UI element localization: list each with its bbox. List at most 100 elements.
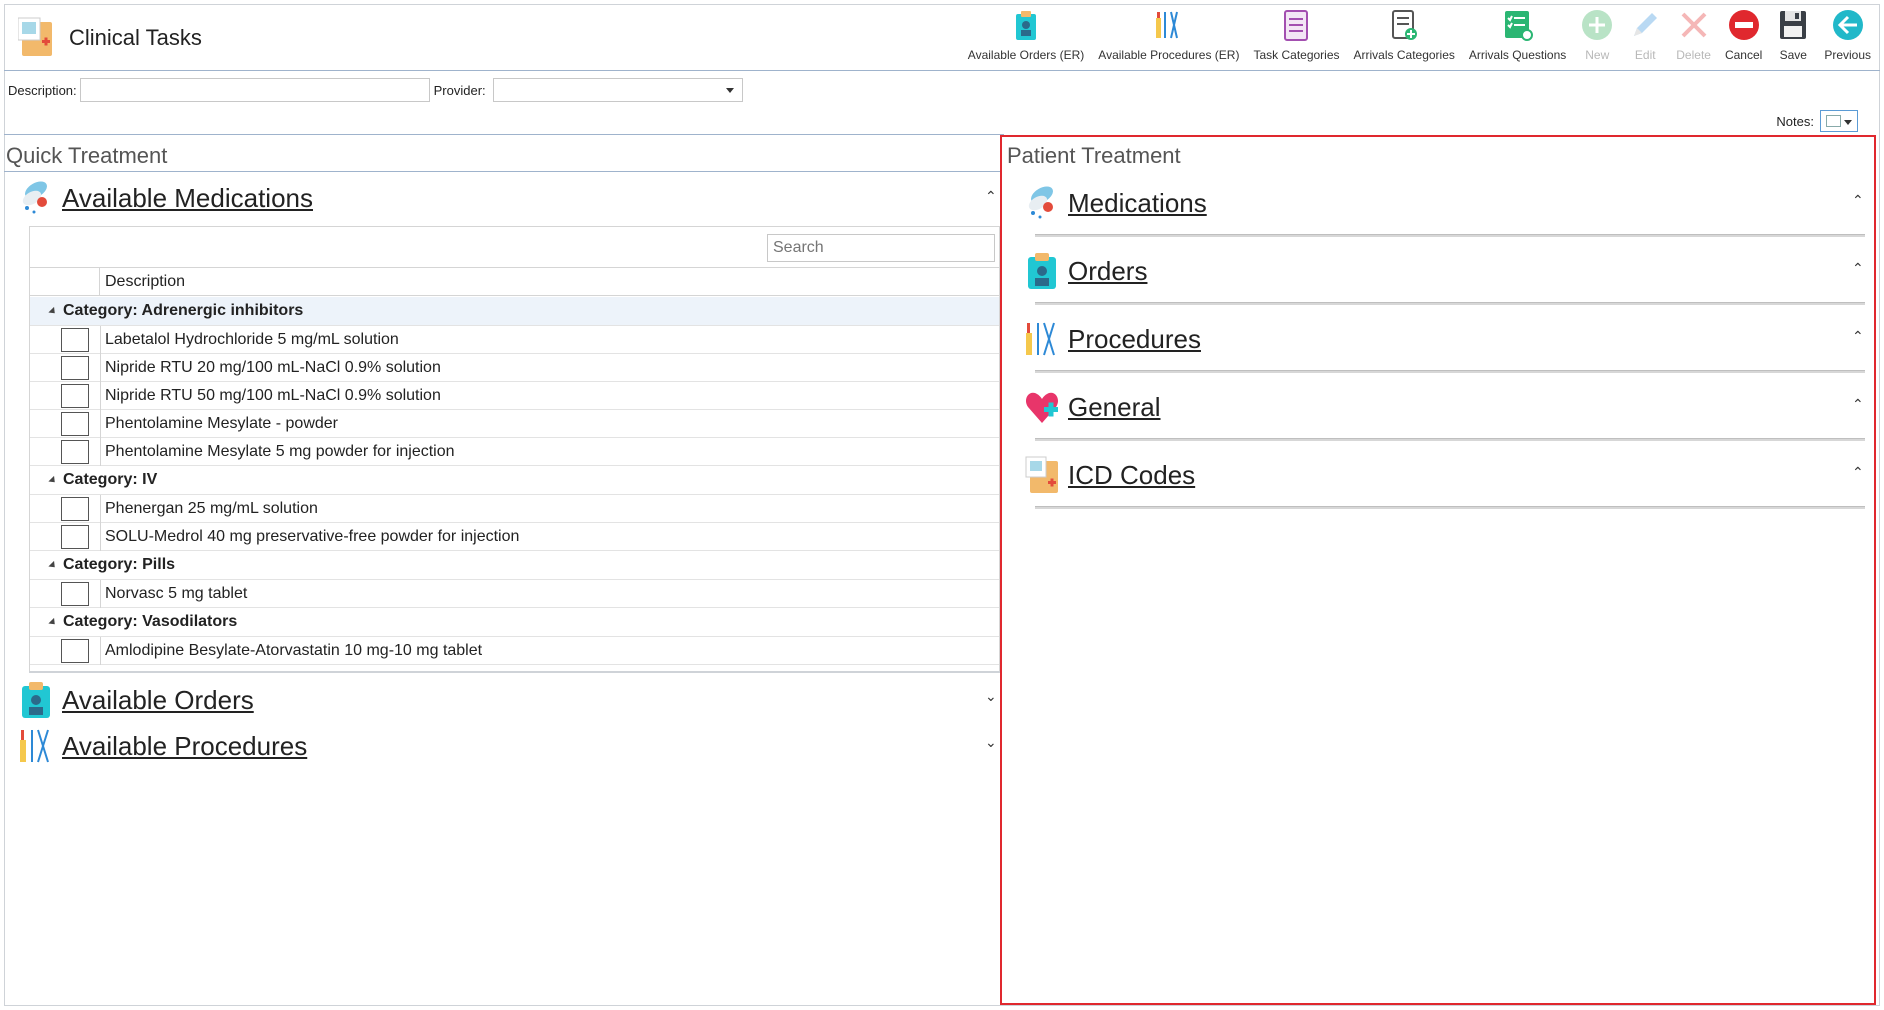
row-checkbox[interactable] bbox=[61, 384, 89, 408]
available-medications-header[interactable]: Available Medications bbox=[18, 178, 313, 218]
cancel-icon bbox=[1728, 10, 1759, 40]
medication-description: Phentolamine Mesylate 5 mg powder for in… bbox=[105, 443, 455, 460]
procedures-icon bbox=[20, 729, 49, 763]
pt-general-title[interactable]: General bbox=[1068, 392, 1161, 423]
table-row: Amlodipine Besylate-Atorvastatin 10 mg-1… bbox=[30, 637, 999, 665]
expand-procedures-chevron-down-icon[interactable]: ⌄ bbox=[985, 734, 997, 751]
available-procedures-er-button[interactable]: Available Procedures (ER) bbox=[1091, 8, 1246, 62]
grid-bottom-border bbox=[29, 671, 1000, 673]
arrivals-questions-icon bbox=[1504, 11, 1533, 41]
category-row[interactable]: Category: Vasodilators bbox=[30, 608, 999, 637]
description-label: Description: bbox=[8, 82, 77, 98]
collapse-pt-medications-chevron-up-icon[interactable]: ⌃ bbox=[1852, 192, 1864, 209]
medication-description: Phentolamine Mesylate - powder bbox=[105, 415, 339, 432]
provider-select[interactable] bbox=[492, 78, 743, 102]
row-checkbox[interactable] bbox=[61, 639, 89, 663]
available-medications-title[interactable]: Available Medications bbox=[62, 183, 313, 214]
content-separator bbox=[4, 134, 1004, 135]
pt-orders-title[interactable]: Orders bbox=[1068, 256, 1147, 287]
toolbar: Available Orders (ER) Available Procedur… bbox=[961, 8, 1878, 62]
pt-procedures-rule bbox=[1035, 370, 1865, 373]
pt-procedures-header[interactable]: Procedures bbox=[1024, 319, 1201, 359]
checkbox-column-header bbox=[30, 268, 100, 296]
medications-search-input[interactable] bbox=[767, 234, 995, 262]
pt-medications-title[interactable]: Medications bbox=[1068, 188, 1207, 219]
collapse-medications-chevron-up-icon[interactable]: ⌃ bbox=[985, 188, 997, 205]
icd-codes-icon bbox=[1025, 456, 1058, 493]
pencil-icon bbox=[1634, 13, 1658, 36]
medications-grid: Description Category: Adrenergic inhibit… bbox=[29, 226, 1000, 672]
pt-icd-codes-title[interactable]: ICD Codes bbox=[1068, 460, 1195, 491]
table-row: Phenergan 25 mg/mL solution bbox=[30, 495, 999, 523]
available-procedures-header[interactable]: Available Procedures bbox=[18, 726, 307, 766]
category-row[interactable]: Category: IV bbox=[30, 466, 999, 495]
row-checkbox[interactable] bbox=[61, 582, 89, 606]
collapse-triangle-icon[interactable] bbox=[48, 560, 58, 570]
medications-icon bbox=[22, 181, 47, 214]
delete-button[interactable]: Delete bbox=[1669, 8, 1718, 62]
medication-description: Amlodipine Besylate-Atorvastatin 10 mg-1… bbox=[105, 642, 483, 659]
notes-label: Notes: bbox=[1776, 113, 1814, 129]
clinical-tasks-logo-icon bbox=[18, 17, 52, 56]
filter-row: Description: Provider: bbox=[8, 78, 743, 102]
medication-description: Nipride RTU 20 mg/100 mL-NaCl 0.9% solut… bbox=[105, 359, 441, 376]
orders-icon bbox=[1028, 253, 1056, 289]
provider-label: Provider: bbox=[433, 82, 486, 98]
category-row[interactable]: Category: Adrenergic inhibitors bbox=[30, 297, 999, 326]
arrivals-questions-button[interactable]: Arrivals Questions bbox=[1462, 8, 1573, 62]
medication-description: Norvasc 5 mg tablet bbox=[105, 585, 248, 602]
row-checkbox[interactable] bbox=[61, 525, 89, 549]
available-orders-title[interactable]: Available Orders bbox=[62, 685, 254, 716]
medication-description: SOLU-Medrol 40 mg preservative-free powd… bbox=[105, 528, 520, 545]
table-row: Nipride RTU 50 mg/100 mL-NaCl 0.9% solut… bbox=[30, 382, 999, 410]
table-row: Phentolamine Mesylate 5 mg powder for in… bbox=[30, 438, 999, 466]
task-categories-button[interactable]: Task Categories bbox=[1246, 8, 1346, 62]
notes-control: Notes: bbox=[1776, 110, 1858, 132]
row-checkbox[interactable] bbox=[61, 328, 89, 352]
collapse-triangle-icon[interactable] bbox=[48, 617, 58, 627]
grid-column-header: Description bbox=[30, 267, 999, 296]
edit-button[interactable]: Edit bbox=[1621, 8, 1669, 62]
row-checkbox[interactable] bbox=[61, 356, 89, 380]
procedures-icon bbox=[1026, 322, 1055, 356]
pt-general-header[interactable]: General bbox=[1024, 387, 1161, 427]
collapse-triangle-icon[interactable] bbox=[48, 306, 58, 316]
table-row: Nipride RTU 20 mg/100 mL-NaCl 0.9% solut… bbox=[30, 354, 999, 382]
expand-orders-chevron-down-icon[interactable]: ⌄ bbox=[985, 688, 997, 705]
collapse-pt-orders-chevron-up-icon[interactable]: ⌃ bbox=[1852, 260, 1864, 277]
header-separator bbox=[4, 70, 1880, 71]
medication-description: Labetalol Hydrochloride 5 mg/mL solution bbox=[105, 331, 399, 348]
quick-treatment-title: Quick Treatment bbox=[6, 143, 168, 168]
pt-orders-header[interactable]: Orders bbox=[1024, 251, 1147, 291]
available-orders-er-button[interactable]: Available Orders (ER) bbox=[961, 8, 1091, 62]
previous-button[interactable]: Previous bbox=[1817, 8, 1878, 62]
arrivals-categories-icon bbox=[1392, 10, 1418, 40]
collapse-triangle-icon[interactable] bbox=[48, 475, 58, 485]
description-column-header[interactable]: Description bbox=[105, 273, 185, 291]
row-checkbox[interactable] bbox=[61, 440, 89, 464]
arrivals-categories-button[interactable]: Arrivals Categories bbox=[1347, 8, 1462, 62]
quick-treatment-rule bbox=[4, 171, 1000, 172]
cancel-button[interactable]: Cancel bbox=[1718, 8, 1769, 62]
collapse-pt-procedures-chevron-up-icon[interactable]: ⌃ bbox=[1852, 328, 1864, 345]
notes-dropdown-button[interactable] bbox=[1820, 110, 1858, 132]
medication-description: Phenergan 25 mg/mL solution bbox=[105, 500, 318, 517]
category-row[interactable]: Category: Pills bbox=[30, 551, 999, 580]
collapse-pt-icd-codes-chevron-up-icon[interactable]: ⌃ bbox=[1852, 464, 1864, 481]
pt-procedures-title[interactable]: Procedures bbox=[1068, 324, 1201, 355]
row-checkbox[interactable] bbox=[61, 412, 89, 436]
table-row: Norvasc 5 mg tablet bbox=[30, 580, 999, 608]
collapse-pt-general-chevron-up-icon[interactable]: ⌃ bbox=[1852, 396, 1864, 413]
pt-medications-header[interactable]: Medications bbox=[1024, 183, 1207, 223]
app-title: Clinical Tasks bbox=[69, 25, 202, 50]
available-orders-header[interactable]: Available Orders bbox=[18, 680, 254, 720]
row-checkbox[interactable] bbox=[61, 497, 89, 521]
available-procedures-title[interactable]: Available Procedures bbox=[62, 731, 307, 762]
patient-treatment-title: Patient Treatment bbox=[1007, 143, 1181, 168]
pt-icd-codes-header[interactable]: ICD Codes bbox=[1024, 455, 1195, 495]
medications-icon bbox=[1028, 186, 1053, 219]
description-input[interactable] bbox=[79, 78, 430, 102]
save-button[interactable]: Save bbox=[1769, 8, 1817, 62]
orders-icon bbox=[1016, 11, 1037, 40]
new-button[interactable]: New bbox=[1573, 8, 1621, 62]
